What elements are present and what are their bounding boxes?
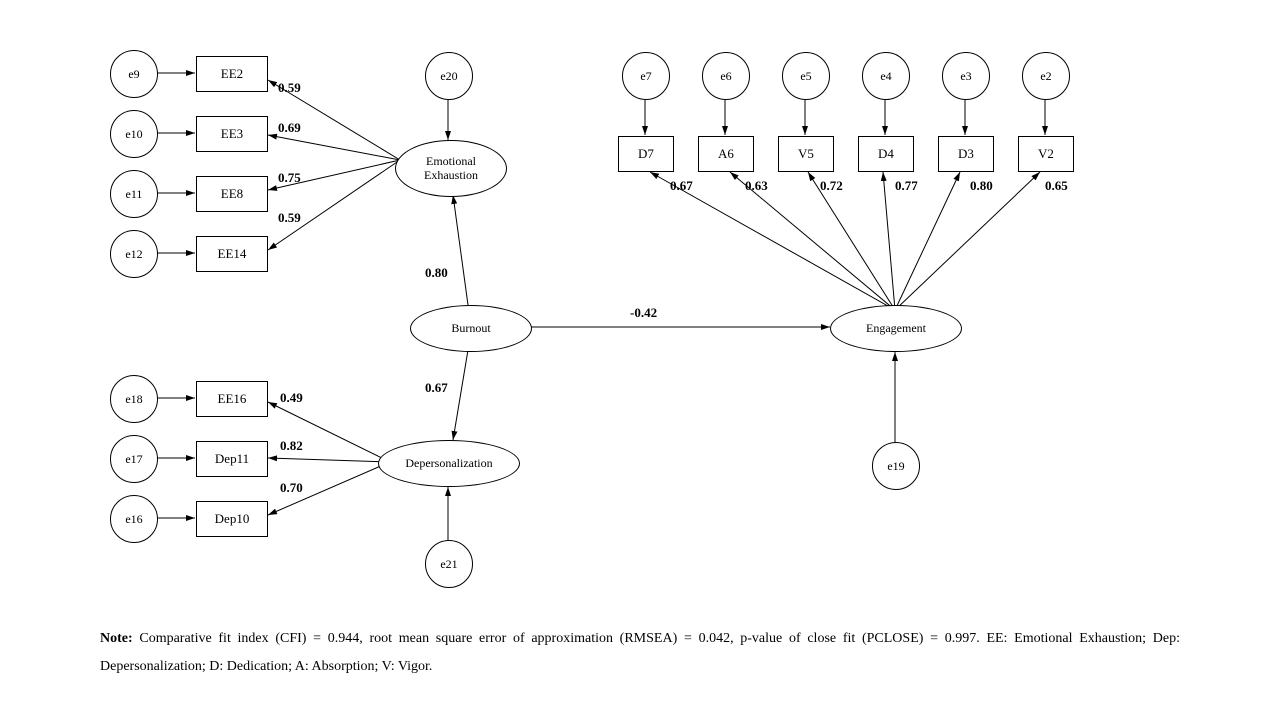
loading-EE2: 0.59 xyxy=(278,80,301,96)
label: Depersonalization xyxy=(405,457,492,470)
indicator-D3: D3 xyxy=(938,136,994,172)
indicator-Dep10: Dep10 xyxy=(196,501,268,537)
loading-EE16: 0.49 xyxy=(280,390,303,406)
label: V5 xyxy=(798,146,814,162)
label: e4 xyxy=(880,69,891,84)
error-e12: e12 xyxy=(110,230,158,278)
label: EE16 xyxy=(218,391,247,407)
label: V2 xyxy=(1038,146,1054,162)
loading-A6: 0.63 xyxy=(745,178,768,194)
label: EE14 xyxy=(218,246,247,262)
label: e5 xyxy=(800,69,811,84)
indicator-EE2: EE2 xyxy=(196,56,268,92)
label: D4 xyxy=(878,146,894,162)
sem-arrows xyxy=(0,0,1280,720)
loading-EE3: 0.69 xyxy=(278,120,301,136)
label: e6 xyxy=(720,69,731,84)
label: e21 xyxy=(440,557,457,572)
label: e7 xyxy=(640,69,651,84)
indicator-V2: V2 xyxy=(1018,136,1074,172)
indicator-EE14: EE14 xyxy=(196,236,268,272)
error-e10: e10 xyxy=(110,110,158,158)
label: D3 xyxy=(958,146,974,162)
label: Engagement xyxy=(866,322,926,335)
error-e5: e5 xyxy=(782,52,830,100)
error-e17: e17 xyxy=(110,435,158,483)
error-e18: e18 xyxy=(110,375,158,423)
error-e20: e20 xyxy=(425,52,473,100)
indicator-V5: V5 xyxy=(778,136,834,172)
loading-D4: 0.77 xyxy=(895,178,918,194)
label: e17 xyxy=(125,452,142,467)
label: e18 xyxy=(125,392,142,407)
error-e21: e21 xyxy=(425,540,473,588)
path-burnout-dep: 0.67 xyxy=(425,380,448,396)
latent-burnout: Burnout xyxy=(410,305,532,352)
indicator-EE16: EE16 xyxy=(196,381,268,417)
label: e16 xyxy=(125,512,142,527)
loading-D7: 0.67 xyxy=(670,178,693,194)
latent-depersonalization: Depersonalization xyxy=(378,440,520,487)
error-e16: e16 xyxy=(110,495,158,543)
indicator-D4: D4 xyxy=(858,136,914,172)
error-e9: e9 xyxy=(110,50,158,98)
indicator-A6: A6 xyxy=(698,136,754,172)
loading-V2: 0.65 xyxy=(1045,178,1068,194)
error-e4: e4 xyxy=(862,52,910,100)
fit-note: Note: Comparative fit index (CFI) = 0.94… xyxy=(100,625,1180,681)
label: Emotional Exhaustion xyxy=(424,155,478,181)
label: e2 xyxy=(1040,69,1051,84)
label: EE2 xyxy=(221,66,243,82)
label: e10 xyxy=(125,127,142,142)
label: EE3 xyxy=(221,126,243,142)
loading-EE8: 0.75 xyxy=(278,170,301,186)
error-e11: e11 xyxy=(110,170,158,218)
error-e19: e19 xyxy=(872,442,920,490)
label: e3 xyxy=(960,69,971,84)
loading-V5: 0.72 xyxy=(820,178,843,194)
label: Burnout xyxy=(451,322,490,335)
loading-Dep10: 0.70 xyxy=(280,480,303,496)
indicator-EE8: EE8 xyxy=(196,176,268,212)
label: A6 xyxy=(718,146,734,162)
indicator-Dep11: Dep11 xyxy=(196,441,268,477)
error-e3: e3 xyxy=(942,52,990,100)
indicator-EE3: EE3 xyxy=(196,116,268,152)
label: e9 xyxy=(128,67,139,82)
label: EE8 xyxy=(221,186,243,202)
error-e6: e6 xyxy=(702,52,750,100)
label: D7 xyxy=(638,146,654,162)
label: e12 xyxy=(125,247,142,262)
error-e2: e2 xyxy=(1022,52,1070,100)
label: e11 xyxy=(126,187,143,202)
path-burnout-engagement: -0.42 xyxy=(630,305,657,321)
loading-D3: 0.80 xyxy=(970,178,993,194)
label: e20 xyxy=(440,69,457,84)
path-burnout-ee: 0.80 xyxy=(425,265,448,281)
note-label: Note: xyxy=(100,631,133,646)
note-body: Comparative fit index (CFI) = 0.944, roo… xyxy=(100,631,1180,674)
indicator-D7: D7 xyxy=(618,136,674,172)
label: Dep10 xyxy=(215,511,250,527)
loading-Dep11: 0.82 xyxy=(280,438,303,454)
error-e7: e7 xyxy=(622,52,670,100)
label: Dep11 xyxy=(215,451,249,467)
loading-EE14: 0.59 xyxy=(278,210,301,226)
latent-engagement: Engagement xyxy=(830,305,962,352)
latent-emotional-exhaustion: Emotional Exhaustion xyxy=(395,140,507,197)
label: e19 xyxy=(887,459,904,474)
